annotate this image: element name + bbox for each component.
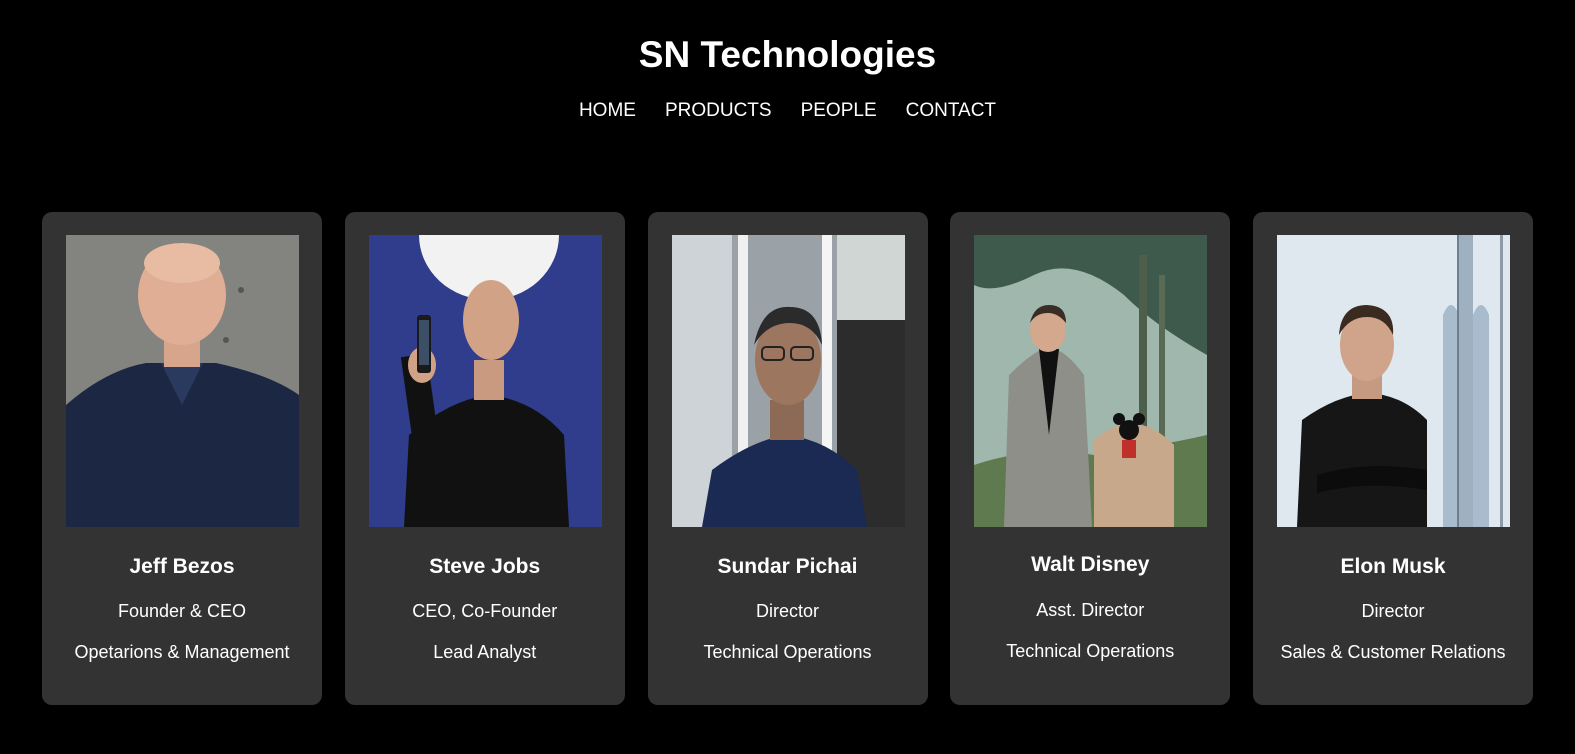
person-photo xyxy=(66,235,299,527)
person-photo xyxy=(974,235,1208,527)
person-department: Sales & Customer Relations xyxy=(1280,642,1506,662)
person-photo xyxy=(671,235,905,527)
people-card-list: Jeff Bezos Founder & CEO Opetarions & Ma… xyxy=(42,212,1533,705)
person-photo xyxy=(368,235,602,527)
person-department: Lead Analyst xyxy=(433,642,537,662)
person-name: Steve Jobs xyxy=(429,555,541,578)
person-name: Elon Musk xyxy=(1340,555,1446,578)
nav-people-link[interactable]: PEOPLE xyxy=(801,99,877,123)
person-role: Director xyxy=(755,601,819,621)
person-card: Walt Disney Asst. Director Technical Ope… xyxy=(950,212,1231,705)
person-role: Asst. Director xyxy=(1036,600,1145,620)
person-role: Founder & CEO xyxy=(117,601,247,621)
nav-products-link[interactable]: PRODUCTS xyxy=(665,99,772,123)
person-role: CEO, Co-Founder xyxy=(412,601,558,621)
person-card: Sundar Pichai Director Technical Operati… xyxy=(647,212,928,705)
nav-home-link[interactable]: HOME xyxy=(579,99,636,123)
person-department: Technical Operations xyxy=(703,642,872,662)
person-card: Steve Jobs CEO, Co-Founder Lead Analyst xyxy=(344,212,625,705)
person-card: Elon Musk Director Sales & Customer Rela… xyxy=(1253,212,1533,705)
site-title: SN Technologies xyxy=(638,34,937,75)
person-card: Jeff Bezos Founder & CEO Opetarions & Ma… xyxy=(42,212,322,705)
person-department: Opetarions & Management xyxy=(74,642,290,662)
person-photo xyxy=(1277,235,1510,527)
person-name: Sundar Pichai xyxy=(717,555,858,578)
nav-contact-link[interactable]: CONTACT xyxy=(906,99,996,123)
person-department: Technical Operations xyxy=(1006,641,1175,661)
person-name: Walt Disney xyxy=(1031,553,1150,576)
person-role: Director xyxy=(1361,601,1425,621)
main-nav: HOME PRODUCTS PEOPLE CONTACT xyxy=(0,99,1575,123)
person-name: Jeff Bezos xyxy=(129,555,235,578)
